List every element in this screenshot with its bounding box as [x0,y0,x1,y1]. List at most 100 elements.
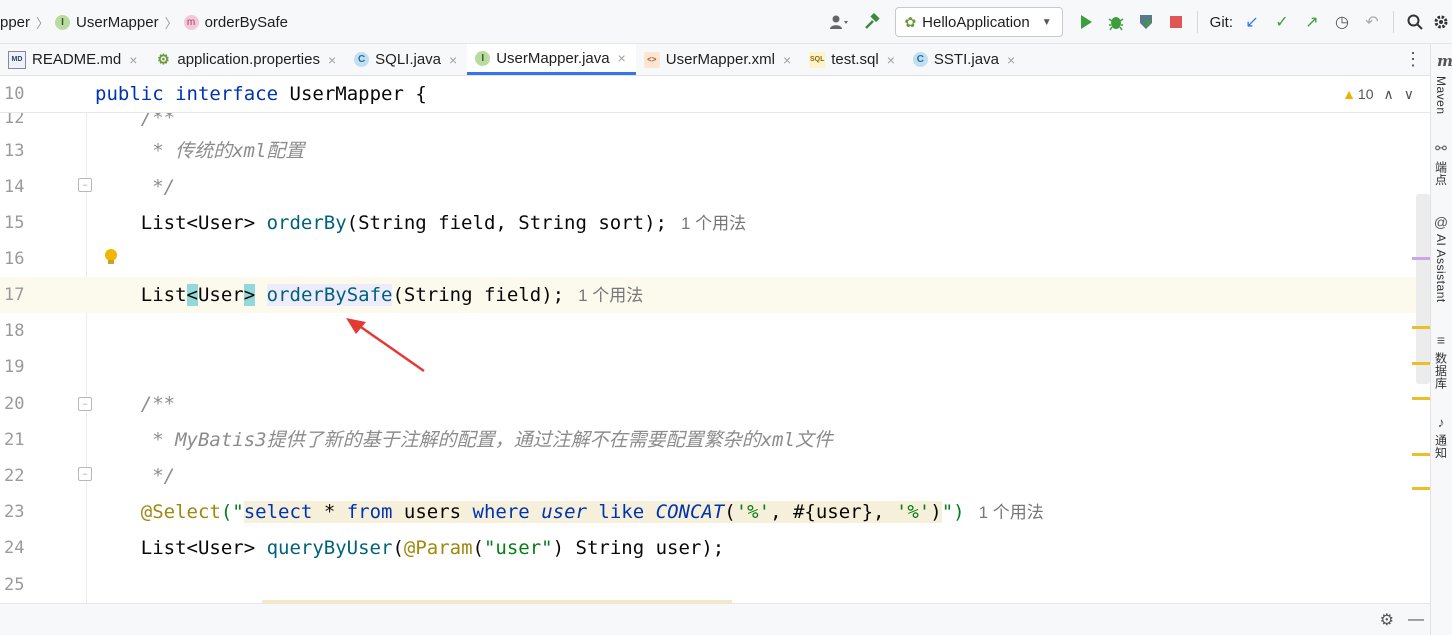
notifications-tool-button[interactable]: ♪ 通知 [1430,414,1452,459]
debug-icon[interactable] [1101,7,1131,37]
code-line-22: 22 */ [0,458,1430,494]
gear-icon[interactable]: ⚙ [1380,610,1394,630]
java-interface-icon: I [475,50,491,66]
breadcrumb-item-class[interactable]: I UserMapper [55,14,159,31]
error-stripe-marker[interactable] [1412,257,1430,260]
code-line-17: 17 List<User> orderBySafe(String field);… [0,277,1430,313]
close-icon[interactable]: × [1007,52,1015,68]
maven-icon[interactable]: m [1437,52,1452,70]
endpoints-tool-button[interactable]: ⚯ 端点 [1430,140,1452,186]
usage-hint[interactable]: 1 个用法 [681,214,746,233]
user-profile-icon[interactable] [821,7,857,37]
close-icon[interactable]: × [328,52,336,68]
lightbulb-icon[interactable] [104,248,120,268]
line-number: 19 [4,357,25,377]
inspection-widget[interactable]: ▲ 10 ∧ ∨ [1342,76,1414,112]
maven-tool-button[interactable]: Maven [1430,76,1452,115]
coverage-icon[interactable] [1131,7,1161,37]
sticky-scroll-header[interactable]: 10 public interface UserMapper { ▲ 10 ∧ … [0,76,1430,113]
database-tool-button[interactable]: ≡ 数据库 [1430,332,1452,390]
tab-application-properties[interactable]: ⚙ application.properties × [147,44,346,75]
code-text: */ [95,465,176,487]
usage-hint[interactable]: 1 个用法 [578,286,643,305]
tab-label: application.properties [177,51,320,68]
breadcrumb-item-method[interactable]: m orderBySafe [183,14,288,31]
git-commit-icon[interactable]: ✓ [1267,7,1297,37]
code-editor[interactable]: 10 public interface UserMapper { ▲ 10 ∧ … [0,76,1430,603]
database-icon: ≡ [1436,332,1446,348]
warning-stripe-marker[interactable] [1412,362,1430,365]
search-icon[interactable] [1400,7,1430,37]
chevron-right-icon: 〉 [164,15,178,31]
close-icon[interactable]: × [618,50,626,66]
run-icon[interactable] [1071,7,1101,37]
tab-label: SQLI.java [375,51,442,68]
history-clock-icon[interactable]: ◷ [1327,7,1357,37]
notifications-label: 通知 [1433,434,1448,459]
md-file-icon: MD [8,50,26,69]
endpoints-label: 端点 [1433,161,1448,186]
git-label: Git: [1209,13,1233,31]
tab-usermapper-xml[interactable]: <> UserMapper.xml × [636,44,801,75]
chevron-up-icon[interactable]: ∧ [1384,86,1394,103]
code-text: */ [95,176,176,198]
chevron-down-icon[interactable]: ∨ [1404,86,1414,103]
gear-icon[interactable] [1430,7,1452,37]
ai-assistant-tool-button[interactable]: @ AI Assistant [1430,214,1452,303]
tab-ssti-java[interactable]: C SSTI.java × [905,44,1025,75]
java-class-icon: C [354,52,370,67]
sql-file-icon: SQL [809,51,826,68]
close-icon[interactable]: × [887,52,895,68]
code-line-16: 16 [0,241,1430,277]
build-hammer-icon[interactable] [857,7,887,37]
status-actions: ⚙ — [1380,604,1424,636]
git-push-icon[interactable]: ↗ [1297,7,1327,37]
tab-label: test.sql [831,51,879,68]
tab-readme[interactable]: MD README.md × [0,44,147,75]
fold-icon[interactable]: − [78,467,92,481]
warning-stripe-marker[interactable] [1412,326,1430,329]
breadcrumb-item-module[interactable]: pper [0,14,30,31]
code-text: List<User> orderBySafe(String field); 1 个… [95,284,644,306]
warning-stripe-marker[interactable] [1412,487,1430,490]
code-line-24: 24 List<User> queryByUser(@Param("user")… [0,530,1430,566]
line-number: 25 [4,575,25,595]
tab-label: UserMapper.xml [665,51,775,68]
more-tabs-icon[interactable]: ⋮ [1404,44,1422,75]
rollback-icon[interactable]: ↶ [1357,7,1387,37]
navigation-bar: pper 〉 I UserMapper 〉 m orderBySafe ✿ He… [0,0,1452,44]
usage-hint[interactable]: 1 个用法 [979,503,1044,522]
stop-icon[interactable] [1161,7,1191,37]
tab-label: UserMapper.java [496,49,610,67]
java-class-icon: C [912,52,928,67]
code-text: @Select("select * from users where user … [140,501,1044,523]
ai-assistant-label: AI Assistant [1434,234,1448,303]
minimize-icon[interactable]: — [1408,611,1424,629]
line-number: 20 [4,394,25,414]
warning-stripe-marker[interactable] [1412,453,1430,456]
chevron-right-icon: 〉 [36,15,50,31]
warning-stripe-marker[interactable] [1412,397,1430,400]
close-icon[interactable]: × [783,52,791,68]
tab-label: SSTI.java [933,51,999,68]
toolbar-divider [1196,11,1198,33]
close-icon[interactable]: × [129,52,137,68]
maven-label: Maven [1434,76,1448,115]
tab-usermapper-java[interactable]: I UserMapper.java × [467,44,636,75]
vertical-scrollbar[interactable] [1416,194,1430,384]
tab-sqli-java[interactable]: C SQLI.java × [346,44,467,75]
git-update-icon[interactable]: ↙ [1237,7,1267,37]
line-number: 18 [4,321,25,341]
code-text: * MyBatis3提供了新的基于注解的配置，通过注解不在需要配置繁杂的xml文… [95,429,833,451]
line-number: 14 [4,177,25,197]
fold-icon[interactable]: − [78,397,92,411]
tab-test-sql[interactable]: SQL test.sql × [801,44,905,75]
xml-file-icon: <> [643,51,660,68]
code-line-20: 20 /** [0,386,1430,422]
code-text: List<User> orderBy(String field, String … [95,212,747,234]
line-number: 22 [4,466,25,486]
close-icon[interactable]: × [449,52,457,68]
line-number: 17 [4,285,25,305]
run-configuration-select[interactable]: ✿ HelloApplication ▼ [895,7,1063,37]
fold-icon[interactable]: − [78,178,92,192]
